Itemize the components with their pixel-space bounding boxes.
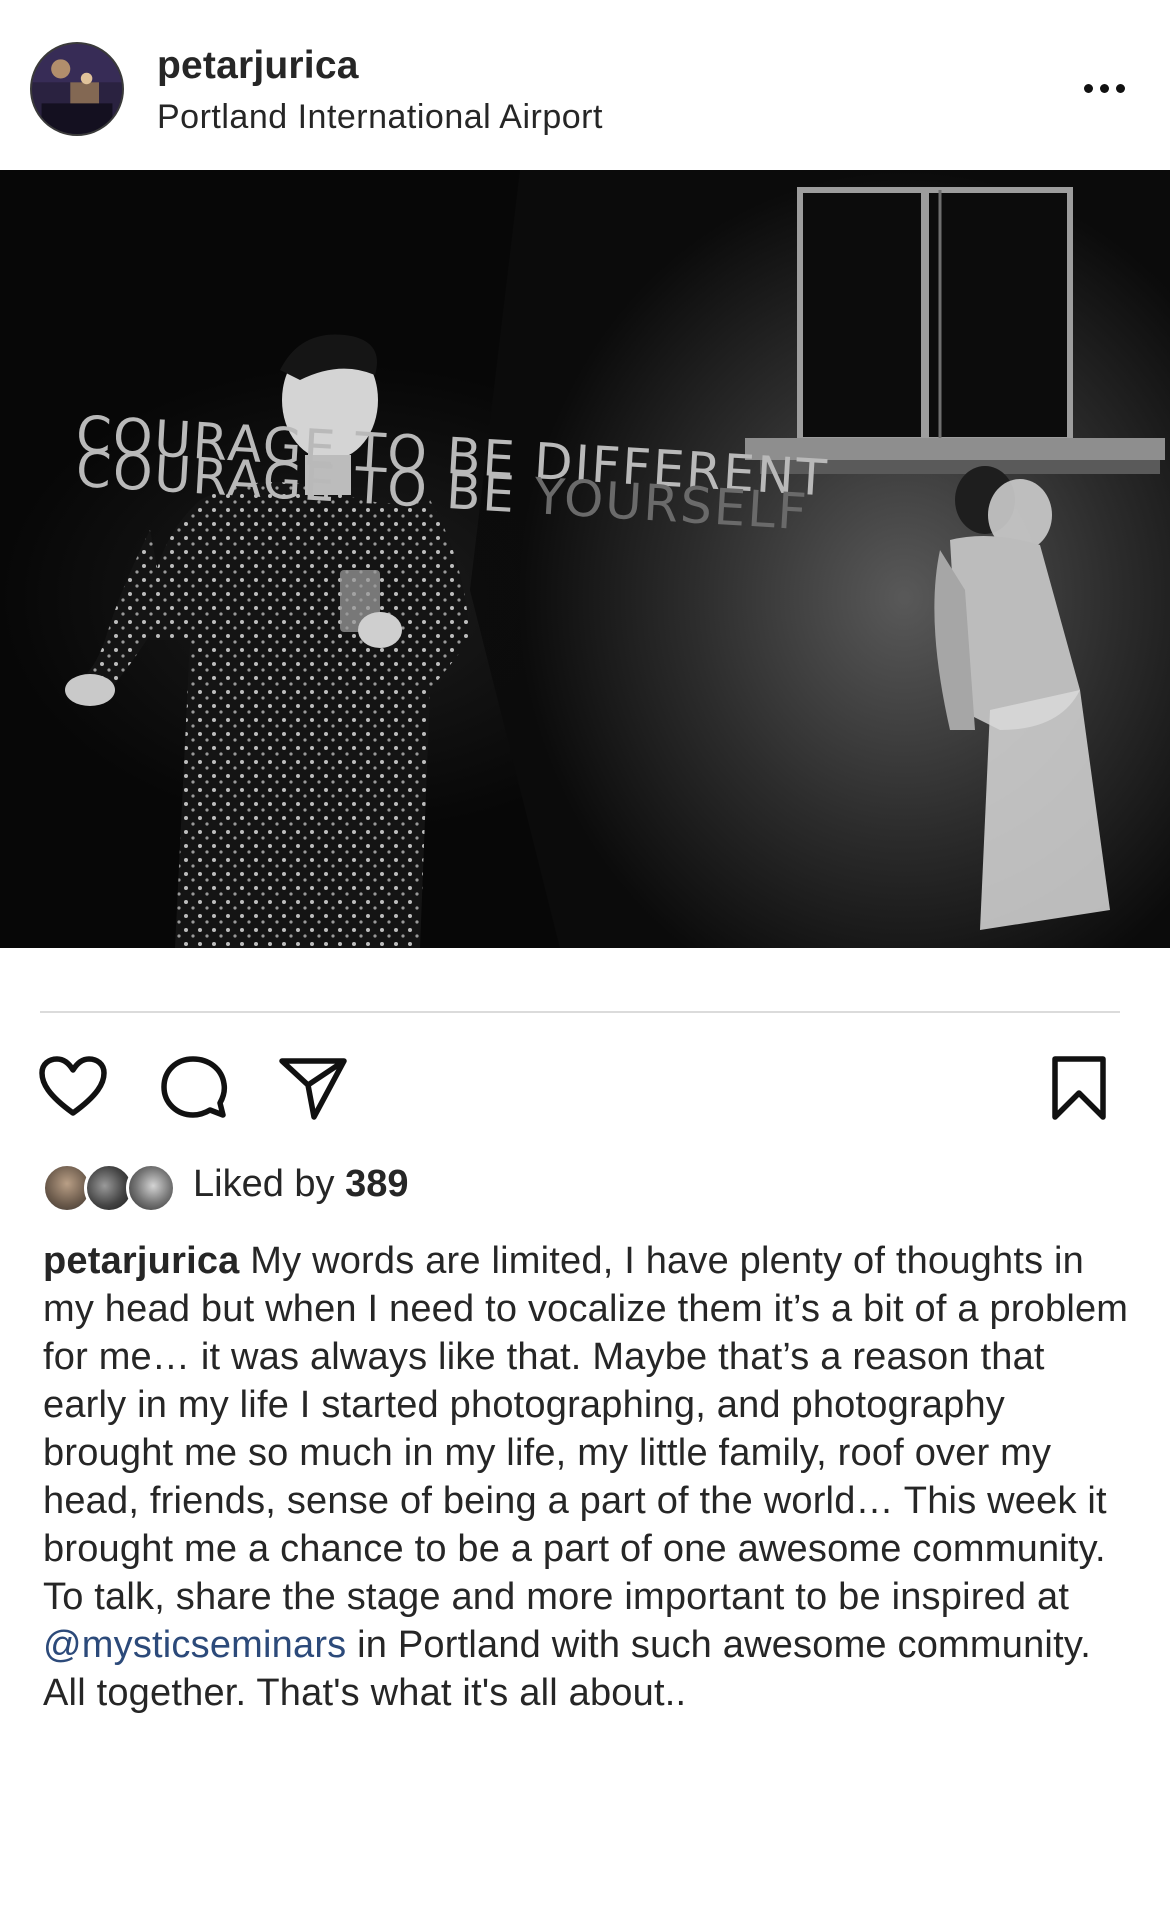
caption-text-before-mention: My words are limited, I have plenty of t… bbox=[43, 1240, 1129, 1618]
profile-avatar[interactable] bbox=[30, 42, 124, 136]
post-photo[interactable]: COURAGE TO BE DIFFERENT COURAGE TO BE YO… bbox=[0, 170, 1170, 948]
liker-avatar[interactable] bbox=[126, 1163, 176, 1213]
heart-icon[interactable] bbox=[38, 1055, 108, 1117]
paper-plane-icon[interactable] bbox=[278, 1055, 348, 1121]
more-dot bbox=[1083, 83, 1093, 93]
post-username[interactable]: petarjurica bbox=[157, 44, 359, 88]
avatar-image bbox=[32, 44, 122, 134]
post-header: petarjurica Portland International Airpo… bbox=[0, 0, 1170, 170]
likes-text[interactable]: Liked by 389 bbox=[193, 1163, 409, 1206]
bookmark-icon[interactable] bbox=[1050, 1055, 1108, 1121]
comment-bubble-icon[interactable] bbox=[160, 1055, 228, 1121]
more-dot bbox=[1115, 83, 1125, 93]
more-dot bbox=[1099, 83, 1109, 93]
more-options-icon[interactable] bbox=[1074, 70, 1134, 106]
post-location[interactable]: Portland International Airport bbox=[157, 98, 603, 137]
likes-row[interactable]: Liked by 389 bbox=[42, 1160, 842, 1220]
caption-username[interactable]: petarjurica bbox=[43, 1240, 240, 1282]
post-photo-graphic bbox=[0, 170, 1170, 948]
post-caption: petarjurica My words are limited, I have… bbox=[43, 1237, 1133, 1717]
caption-mention-link[interactable]: @mysticseminars bbox=[43, 1624, 346, 1666]
likes-prefix: Liked by bbox=[193, 1163, 346, 1205]
divider bbox=[40, 1011, 1120, 1013]
likes-count: 389 bbox=[345, 1163, 409, 1205]
